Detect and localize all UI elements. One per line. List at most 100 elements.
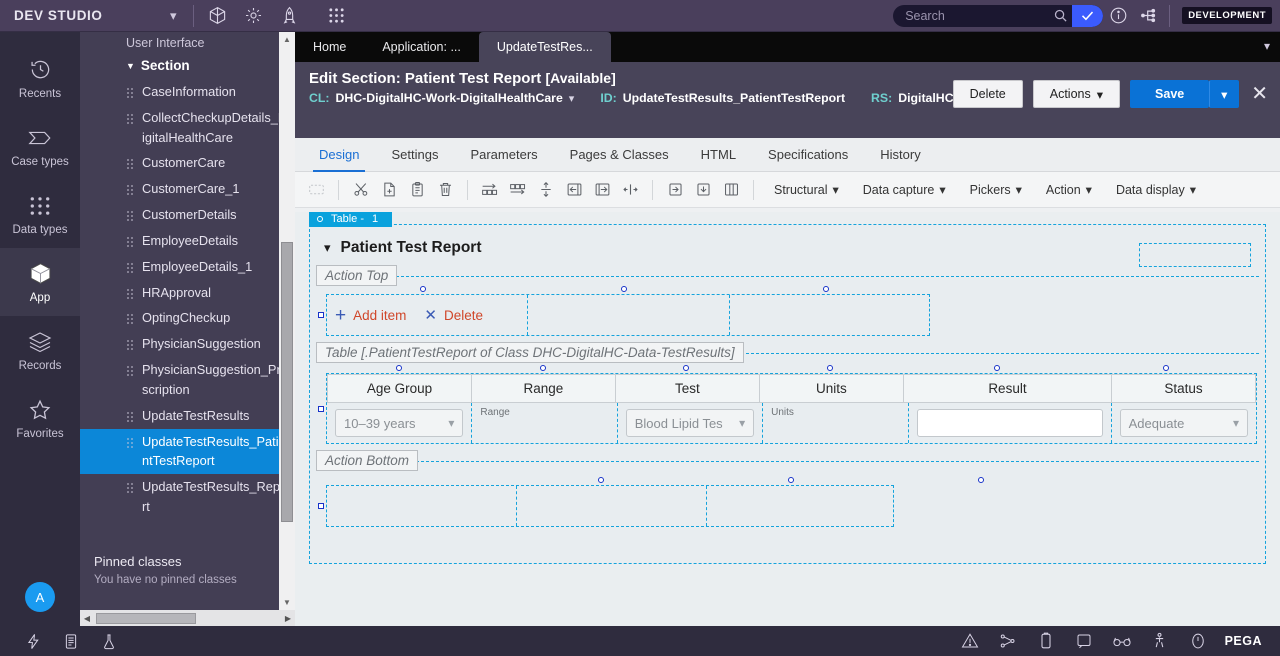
scroll-down-arrow-icon[interactable]: ▼ bbox=[283, 595, 291, 610]
rocket-icon[interactable] bbox=[275, 1, 305, 31]
sidebar-item-recents[interactable]: Recents bbox=[0, 44, 80, 112]
action-bottom-cell[interactable] bbox=[327, 486, 517, 526]
chevron-down-icon[interactable]: ▾ bbox=[324, 240, 331, 256]
scroll-thumb[interactable] bbox=[281, 242, 293, 522]
list-item[interactable]: CollectCheckupDetails_DigitalHealthCare bbox=[80, 105, 295, 151]
scroll-left-arrow-icon[interactable]: ◀ bbox=[80, 614, 94, 623]
clipboard-icon[interactable] bbox=[52, 626, 90, 656]
resize-handle-dot[interactable] bbox=[1163, 365, 1169, 371]
clipboard-tool-icon[interactable] bbox=[1027, 626, 1065, 656]
delete-action[interactable]: ✕ Delete bbox=[424, 308, 483, 323]
search-submit-button[interactable] bbox=[1072, 4, 1104, 27]
paste-clipboard-icon[interactable] bbox=[404, 177, 430, 203]
accessibility-icon[interactable] bbox=[1141, 626, 1179, 656]
close-icon[interactable]: ✕ bbox=[1249, 84, 1270, 104]
age-group-dropdown[interactable]: 10–39 years ▾ bbox=[335, 409, 464, 437]
sidebar-item-app[interactable]: App bbox=[0, 248, 80, 316]
menu-data-capture[interactable]: Data capture ▾ bbox=[852, 177, 957, 203]
list-item[interactable]: EmployeeDetails bbox=[80, 228, 295, 254]
cell-result[interactable] bbox=[909, 403, 1112, 443]
action-bottom-row[interactable] bbox=[318, 485, 894, 527]
table-region[interactable]: Age Group Range Test Units Result Status… bbox=[318, 373, 1257, 444]
result-input[interactable] bbox=[916, 409, 1103, 437]
action-bottom-cell[interactable] bbox=[707, 486, 893, 526]
tab-application[interactable]: Application: ... bbox=[364, 32, 479, 62]
scroll-thumb[interactable] bbox=[96, 612, 196, 624]
menu-structural[interactable]: Structural ▾ bbox=[763, 177, 850, 203]
cell-range[interactable]: Range bbox=[472, 403, 618, 443]
save-split-chevron-down-icon[interactable]: ▾ bbox=[1209, 80, 1240, 108]
alert-triangle-icon[interactable] bbox=[951, 626, 989, 656]
row-handle[interactable] bbox=[318, 312, 324, 318]
section-design-canvas[interactable]: Table - 1 ▾ Patient Test Report Action T… bbox=[295, 212, 1280, 626]
list-item[interactable]: CaseInformation bbox=[80, 79, 295, 105]
resize-handle-dot[interactable] bbox=[978, 477, 984, 483]
tab-settings[interactable]: Settings bbox=[375, 138, 454, 172]
resize-handle-dot[interactable] bbox=[540, 365, 546, 371]
grid-apps-icon[interactable] bbox=[322, 1, 352, 31]
add-item-action[interactable]: + Add item bbox=[335, 306, 406, 325]
insert-row-icon[interactable] bbox=[477, 177, 503, 203]
copy-page-icon[interactable] bbox=[376, 177, 402, 203]
drag-grip-icon[interactable] bbox=[126, 235, 135, 248]
list-item[interactable]: EmployeeDetails_1 bbox=[80, 254, 295, 280]
select-dashed-icon[interactable] bbox=[303, 177, 329, 203]
merge-cells-icon[interactable] bbox=[617, 177, 643, 203]
layout-container-table-1[interactable]: Table - 1 ▾ Patient Test Report Action T… bbox=[309, 212, 1266, 564]
cell-status[interactable]: Adequate ▾ bbox=[1112, 403, 1256, 443]
gear-icon[interactable] bbox=[239, 1, 269, 31]
menu-pickers[interactable]: Pickers ▾ bbox=[959, 177, 1033, 203]
drag-grip-icon[interactable] bbox=[126, 112, 135, 125]
scroll-track[interactable] bbox=[279, 47, 295, 595]
shift-right-icon[interactable] bbox=[589, 177, 615, 203]
column-header-test[interactable]: Test bbox=[616, 375, 760, 402]
resize-handle-dot[interactable] bbox=[621, 286, 627, 292]
action-cell-buttons[interactable]: + Add item ✕ Delete bbox=[327, 295, 528, 335]
app-cube-icon[interactable] bbox=[203, 1, 233, 31]
sidebar-item-records[interactable]: Records bbox=[0, 316, 80, 384]
resize-handle-dot[interactable] bbox=[827, 365, 833, 371]
list-item[interactable]: PhysicianSuggestion bbox=[80, 331, 295, 357]
shift-left-icon[interactable] bbox=[561, 177, 587, 203]
drag-grip-icon[interactable] bbox=[126, 287, 135, 300]
delete-button[interactable]: Delete bbox=[952, 80, 1023, 108]
list-item[interactable]: CustomerCare_1 bbox=[80, 176, 295, 202]
scroll-right-arrow-icon[interactable]: ▶ bbox=[281, 614, 295, 623]
menu-action[interactable]: Action ▾ bbox=[1035, 177, 1103, 203]
cut-scissors-icon[interactable] bbox=[348, 177, 374, 203]
action-top-row[interactable]: + Add item ✕ Delete bbox=[318, 294, 930, 336]
tree-node-section[interactable]: ▼ Section bbox=[80, 52, 295, 79]
drag-grip-icon[interactable] bbox=[126, 436, 135, 449]
lightning-icon[interactable] bbox=[14, 626, 52, 656]
cell-units[interactable]: Units bbox=[763, 403, 909, 443]
drag-grip-icon[interactable] bbox=[126, 339, 135, 352]
resize-handle-dot[interactable] bbox=[994, 365, 1000, 371]
info-icon[interactable] bbox=[1103, 1, 1133, 31]
adjust-height-icon[interactable] bbox=[533, 177, 559, 203]
drag-grip-icon[interactable] bbox=[126, 210, 135, 223]
tab-history[interactable]: History bbox=[864, 138, 936, 172]
scroll-up-arrow-icon[interactable]: ▲ bbox=[283, 32, 291, 47]
row-handle[interactable] bbox=[318, 503, 324, 509]
tab-updatetestresults[interactable]: UpdateTestRes... bbox=[478, 32, 611, 62]
test-dropdown[interactable]: Blood Lipid Tes ▾ bbox=[625, 409, 755, 437]
sidebar-item-favorites[interactable]: Favorites bbox=[0, 384, 80, 452]
split-columns-icon[interactable] bbox=[718, 177, 744, 203]
column-header-result[interactable]: Result bbox=[904, 375, 1113, 402]
list-item[interactable]: PhysicianSuggestion_Prescription bbox=[80, 357, 295, 403]
flask-icon[interactable] bbox=[90, 626, 128, 656]
list-item[interactable]: CustomerDetails bbox=[80, 202, 295, 228]
resize-handle-dot[interactable] bbox=[598, 477, 604, 483]
indent-right-icon[interactable] bbox=[662, 177, 688, 203]
delete-trash-icon[interactable] bbox=[432, 177, 458, 203]
actions-menu-button[interactable]: Actions ▾ bbox=[1032, 80, 1121, 108]
resize-handle-dot[interactable] bbox=[788, 477, 794, 483]
column-header-status[interactable]: Status bbox=[1112, 375, 1255, 402]
drag-grip-icon[interactable] bbox=[126, 482, 135, 495]
drag-grip-icon[interactable] bbox=[126, 261, 135, 274]
list-item[interactable]: OptingCheckup bbox=[80, 305, 295, 331]
resize-handle-dot[interactable] bbox=[683, 365, 689, 371]
action-bottom-region[interactable]: Action Bottom bbox=[310, 450, 1265, 471]
list-item[interactable]: CustomerCare bbox=[80, 150, 295, 176]
tab-parameters[interactable]: Parameters bbox=[454, 138, 553, 172]
